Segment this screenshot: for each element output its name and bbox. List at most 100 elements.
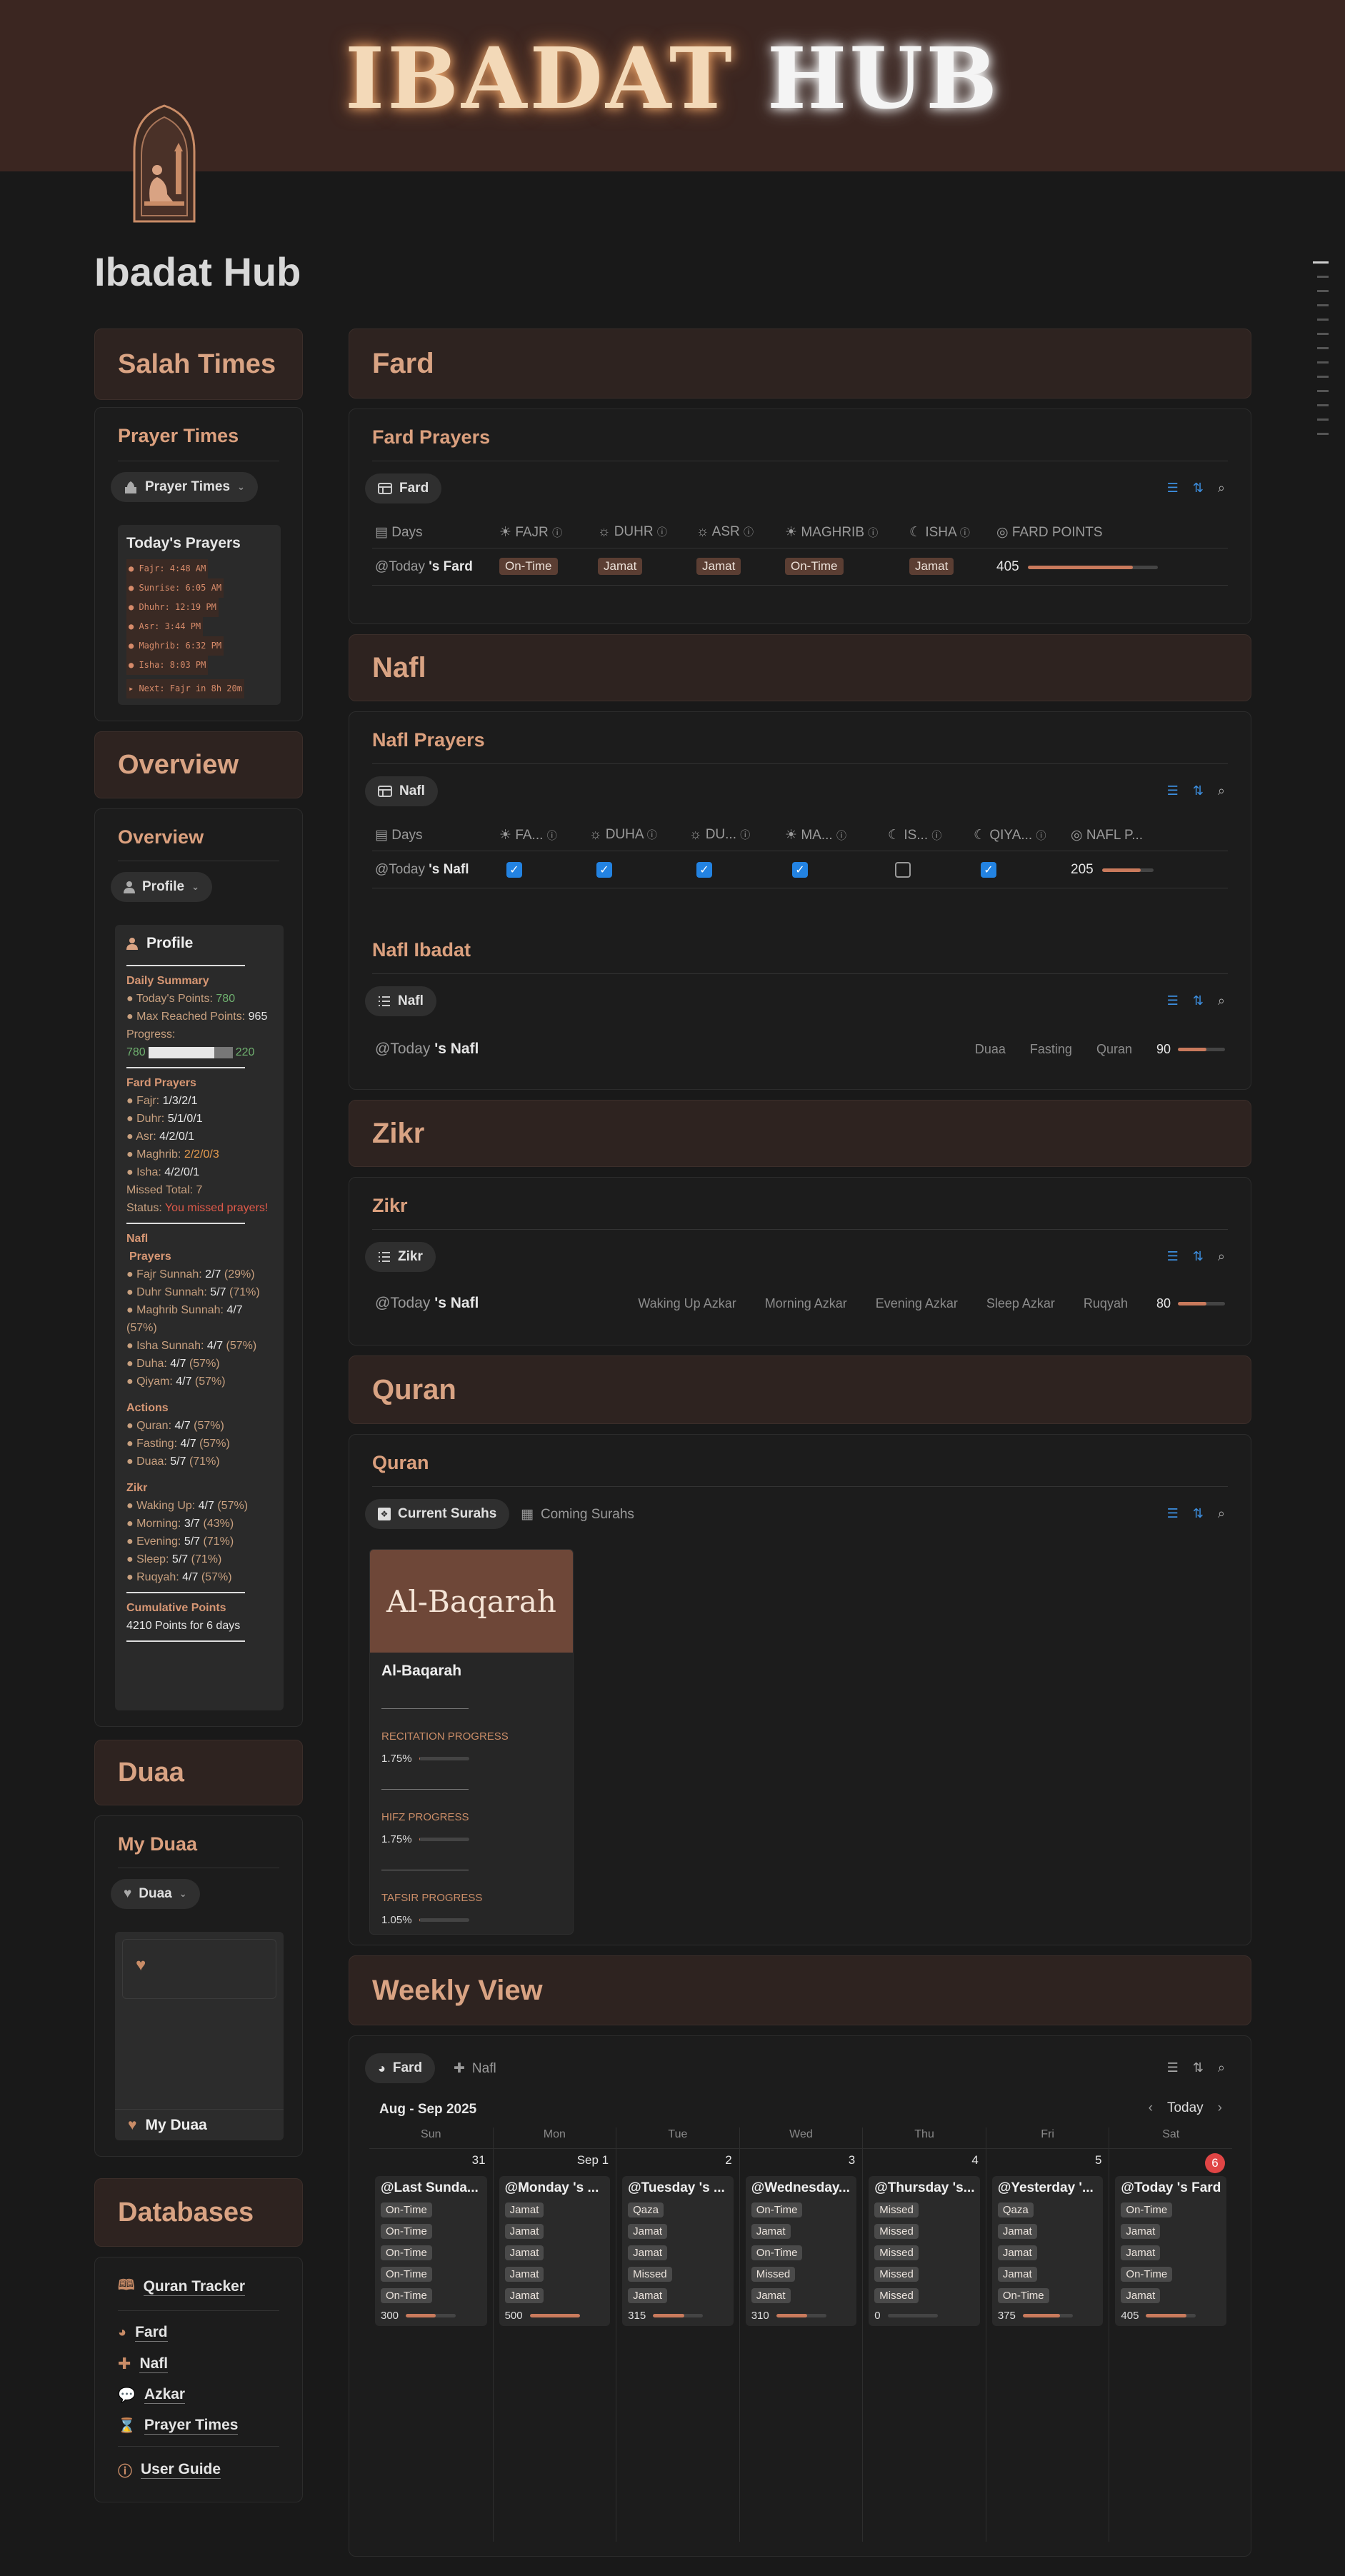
search-icon[interactable]: ⌕ — [1218, 783, 1225, 798]
toc-marker[interactable] — [1317, 347, 1329, 349]
column-isha[interactable]: ☾ ISHA ⓘ — [909, 524, 970, 541]
checkbox-fajr-sunnah[interactable]: ✓ — [506, 862, 522, 878]
toc-marker[interactable] — [1317, 376, 1329, 378]
sort-icon[interactable]: ⇅ — [1193, 993, 1204, 1008]
column-duha[interactable]: ☼ DUHA ⓘ — [589, 827, 657, 843]
user-guide-link[interactable]: ⓘ User Guide — [118, 2460, 279, 2480]
search-icon[interactable]: ⌕ — [1218, 1506, 1225, 1521]
calendar-day-column[interactable]: Sat 6 @Today 's Fard On-Time Jamat Jamat On-Ti… — [1109, 2128, 1232, 2542]
nafl-view-tab[interactable]: Nafl — [365, 776, 438, 806]
toc-marker[interactable] — [1317, 404, 1329, 406]
calendar-entry-card[interactable]: @Last Sunda... On-Time On-Time On-Time On-Ti… — [375, 2176, 487, 2326]
toc-marker[interactable] — [1317, 433, 1329, 435]
column-fajr-sunnah[interactable]: ☀ FA... ⓘ — [499, 827, 557, 843]
asr-status[interactable]: Jamat — [696, 558, 741, 575]
calendar-entry-card[interactable]: @Thursday 's... Missed Missed Missed Missed M… — [869, 2176, 980, 2326]
filter-icon[interactable]: ☰ — [1167, 481, 1179, 496]
prayer-times-db-link[interactable]: ⌛ Prayer Times — [118, 2417, 279, 2435]
duaa-card[interactable]: ♥ ♥ My Duaa — [115, 1932, 284, 2140]
fard-db-link[interactable]: ◕ Fard — [118, 2324, 279, 2342]
page-icon[interactable] — [130, 101, 199, 224]
zikr-view-tab[interactable]: Zikr — [365, 1242, 436, 1272]
toc-marker[interactable] — [1317, 390, 1329, 392]
chevron-left-icon[interactable]: ‹ — [1149, 2100, 1153, 2116]
filter-icon[interactable]: ☰ — [1167, 993, 1179, 1008]
quran-tracker-link[interactable]: 🕮 Quran Tracker — [118, 2275, 279, 2299]
column-duhr[interactable]: ☼ DUHR ⓘ — [598, 524, 667, 540]
duhr-status[interactable]: Jamat — [598, 558, 643, 575]
surah-card[interactable]: Al-Baqarah Al-Baqarah RECITATION PROGRES… — [369, 1549, 574, 1935]
checkbox-duhr-sunnah[interactable]: ✓ — [696, 862, 712, 878]
sort-icon[interactable]: ⇅ — [1193, 783, 1204, 798]
zikr-row[interactable]: @Today 's Nafl Waking Up Azkar Morning A… — [375, 1288, 1225, 1319]
filter-icon[interactable]: ☰ — [1167, 783, 1179, 798]
filter-icon[interactable]: ☰ — [1167, 1249, 1179, 1264]
coming-surahs-tab[interactable]: ▦ Coming Surahs — [521, 1506, 634, 1523]
toc-marker[interactable] — [1317, 304, 1329, 306]
weekly-nafl-tab[interactable]: ✚ Nafl — [454, 2060, 496, 2077]
calendar-day-column[interactable]: Fri 5 @Yesterday '... Qaza Jamat Jamat Jamat On… — [985, 2128, 1109, 2542]
column-asr[interactable]: ☼ ASR ⓘ — [696, 524, 754, 540]
toc-marker-active[interactable] — [1313, 261, 1329, 264]
calendar-entry-card[interactable]: @Tuesday 's ... Qaza Jamat Jamat Missed Jamat… — [622, 2176, 734, 2326]
fard-view-tab[interactable]: Fard — [365, 473, 442, 503]
column-isha-sunnah[interactable]: ☾ IS... ⓘ — [888, 827, 941, 843]
weekly-fard-tab[interactable]: ◕ Fard — [365, 2053, 436, 2083]
todays-prayers-card[interactable]: Today's Prayers ● Fajr: 4:48 AM ● Sunris… — [118, 525, 281, 705]
sort-icon[interactable]: ⇅ — [1193, 481, 1204, 496]
maghrib-status[interactable]: On-Time — [785, 558, 844, 575]
search-icon[interactable]: ⌕ — [1218, 1249, 1225, 1264]
isha-status[interactable]: Jamat — [909, 558, 954, 575]
sort-icon[interactable]: ⇅ — [1193, 2060, 1204, 2075]
toc-marker[interactable] — [1317, 290, 1329, 292]
calendar-entry-card[interactable]: @Yesterday '... Qaza Jamat Jamat Jamat On-Tim… — [991, 2176, 1104, 2326]
calendar-day-column[interactable]: Mon Sep 1 @Monday 's ... Jamat Jamat Jamat Jam… — [492, 2128, 616, 2542]
fard-table-row[interactable]: @Today 's Fard On-Time Jamat Jamat On-Ti… — [375, 551, 1225, 583]
azkar-db-link[interactable]: 💬 Azkar — [118, 2386, 279, 2404]
row-title[interactable]: @Today 's Nafl — [375, 862, 469, 878]
column-qiyam[interactable]: ☾ QIYA... ⓘ — [974, 827, 1046, 843]
nafl-ibadat-view-tab[interactable]: Nafl — [365, 986, 436, 1016]
calendar-day-column[interactable]: Sun 31 @Last Sunda... On-Time On-Time On-Time… — [369, 2128, 493, 2542]
current-surahs-tab[interactable]: ❖ Current Surahs — [365, 1499, 510, 1529]
toc-marker[interactable] — [1317, 319, 1329, 321]
calendar-day-column[interactable]: Thu 4 @Thursday 's... Missed Missed Missed Mis… — [862, 2128, 986, 2542]
sort-icon[interactable]: ⇅ — [1193, 1249, 1204, 1264]
row-title[interactable]: @Today 's Nafl — [375, 1041, 479, 1058]
profile-card[interactable]: Profile Daily Summary ● Today's Points: … — [115, 925, 284, 1710]
toc-marker[interactable] — [1317, 276, 1329, 278]
column-fajr[interactable]: ☀ FAJR ⓘ — [499, 524, 562, 541]
checkbox-isha-sunnah[interactable] — [895, 862, 911, 878]
column-duhr-sunnah[interactable]: ☼ DU... ⓘ — [689, 827, 750, 843]
nafl-table-row[interactable]: @Today 's Nafl ✓ ✓ ✓ ✓ ✓ 205 — [375, 853, 1225, 886]
fajr-status[interactable]: On-Time — [499, 558, 558, 575]
toc-marker[interactable] — [1317, 333, 1329, 335]
calendar-day-column[interactable]: Tue 2 @Tuesday 's ... Qaza Jamat Jamat Missed J… — [616, 2128, 739, 2542]
row-title[interactable]: @Today 's Nafl — [375, 1295, 479, 1312]
checkbox-maghrib-sunnah[interactable]: ✓ — [792, 862, 808, 878]
filter-icon[interactable]: ☰ — [1167, 2060, 1179, 2075]
nafl-ibadat-row[interactable]: @Today 's Nafl Duaa Fasting Quran 90 — [375, 1033, 1225, 1065]
calendar-entry-card[interactable]: @Today 's Fard On-Time Jamat Jamat On-Time Ja… — [1115, 2176, 1226, 2326]
calendar-entry-card[interactable]: @Wednesday... On-Time Jamat On-Time Missed Ja… — [745, 2176, 857, 2326]
chevron-right-icon[interactable]: › — [1218, 2100, 1222, 2116]
prayer-times-view-tab[interactable]: Prayer Times ⌄ — [111, 472, 258, 502]
column-fard-points[interactable]: ◎ FARD POINTS — [996, 524, 1103, 541]
calendar-entry-card[interactable]: @Monday 's ... Jamat Jamat Jamat Jamat Jamat 5… — [499, 2176, 611, 2326]
today-button[interactable]: Today — [1167, 2100, 1204, 2116]
filter-icon[interactable]: ☰ — [1167, 1506, 1179, 1521]
calendar-day-column[interactable]: Wed 3 @Wednesday... On-Time Jamat On-Time Miss… — [739, 2128, 863, 2542]
toc-marker[interactable] — [1317, 361, 1329, 364]
sort-icon[interactable]: ⇅ — [1193, 1506, 1204, 1521]
checkbox-qiyam[interactable]: ✓ — [981, 862, 996, 878]
search-icon[interactable]: ⌕ — [1218, 2060, 1225, 2075]
column-days[interactable]: ▤ Days — [375, 524, 423, 541]
nafl-db-link[interactable]: ✚ Nafl — [118, 2355, 279, 2373]
toc-marker[interactable] — [1317, 419, 1329, 421]
search-icon[interactable]: ⌕ — [1218, 481, 1225, 496]
row-title[interactable]: @Today 's Fard — [375, 559, 473, 575]
checkbox-duha[interactable]: ✓ — [596, 862, 612, 878]
column-nafl-points[interactable]: ◎ NAFL P... — [1071, 827, 1143, 843]
column-maghrib[interactable]: ☀ MAGHRIB ⓘ — [785, 524, 878, 541]
column-maghrib-sunnah[interactable]: ☀ MA... ⓘ — [785, 827, 846, 843]
